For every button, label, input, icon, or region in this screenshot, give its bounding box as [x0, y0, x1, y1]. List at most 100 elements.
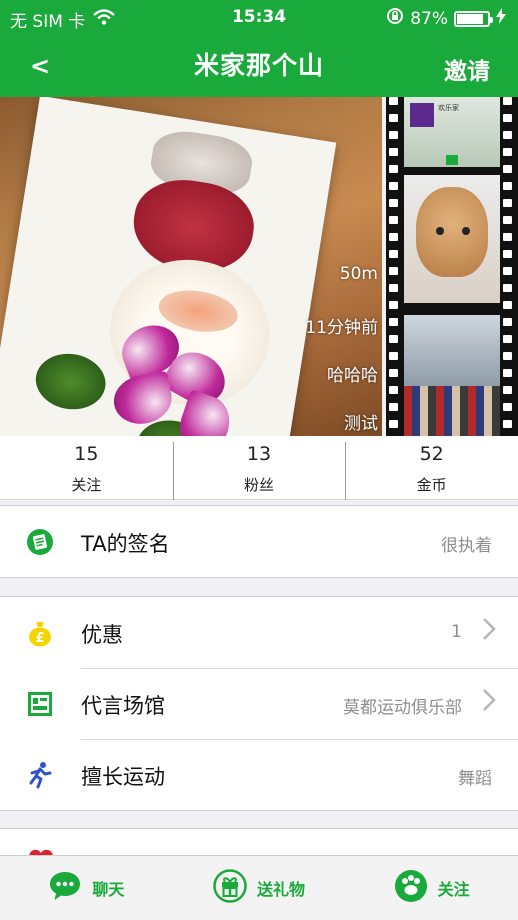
signature-label: TA的签名: [81, 532, 170, 556]
signature-row[interactable]: TA的签名 很执着: [0, 506, 518, 577]
film-hole: [389, 148, 398, 156]
film-hole: [389, 403, 398, 411]
film-hole: [389, 250, 398, 258]
film-hole: [503, 199, 512, 207]
chat-bubble-icon: [48, 869, 82, 907]
film-hole: [389, 301, 398, 309]
page-title: 米家那个山: [193, 51, 324, 80]
thumbnail-crowd[interactable]: [404, 315, 500, 436]
film-hole: [503, 233, 512, 241]
stat-value: 52: [419, 443, 444, 465]
chevron-right-icon: [482, 688, 496, 719]
sport-row[interactable]: 擅长运动 舞蹈: [0, 739, 518, 810]
signature-value: 很执着: [441, 536, 492, 556]
film-hole: [503, 284, 512, 292]
signature-group: TA的签名 很执着: [0, 505, 518, 578]
film-hole: [389, 318, 398, 326]
film-hole: [503, 148, 512, 156]
caption-text-2: 测试: [344, 414, 378, 434]
venue-icon: [26, 690, 54, 718]
follow-label: 关注: [437, 880, 470, 899]
film-hole: [503, 369, 512, 377]
film-hole: [503, 403, 512, 411]
invite-button[interactable]: 邀请: [444, 52, 490, 86]
chat-label: 聊天: [92, 880, 125, 899]
gift-icon: [213, 869, 247, 907]
film-hole: [503, 131, 512, 139]
film-hole: [389, 216, 398, 224]
bottom-toolbar: 聊天 送礼物 关注: [0, 855, 518, 920]
plate-image: [0, 97, 337, 436]
film-hole: [389, 165, 398, 173]
film-hole: [503, 352, 512, 360]
film-hole: [503, 267, 512, 275]
venue-row[interactable]: 代言场馆 莫都运动俱乐部: [0, 668, 518, 739]
signature-icon: [26, 528, 54, 556]
film-hole: [389, 420, 398, 428]
stats-bar: 15 关注 13 粉丝 52 金币: [0, 436, 518, 500]
stat-value: 15: [74, 443, 99, 465]
stat-following[interactable]: 15 关注: [0, 436, 173, 499]
paw-icon: [394, 869, 428, 907]
coupon-row[interactable]: £ 优惠 1: [0, 597, 518, 668]
money-bag-icon: £: [26, 619, 54, 647]
caption-text: 哈哈哈: [327, 366, 378, 386]
film-hole: [503, 250, 512, 258]
film-hole: [389, 114, 398, 122]
send-gift-button[interactable]: 送礼物: [173, 856, 346, 920]
film-hole: [503, 114, 512, 122]
charging-icon: [496, 8, 506, 29]
chat-button[interactable]: 聊天: [0, 856, 173, 920]
film-hole: [389, 386, 398, 394]
thumbnail-screenshot[interactable]: 欢乐家: [404, 97, 500, 167]
chevron-right-icon: [482, 617, 496, 648]
stat-fans[interactable]: 13 粉丝: [172, 436, 346, 500]
battery-percent: 87%: [410, 8, 448, 29]
time-ago-text: 11分钟前: [305, 318, 378, 338]
coupon-label: 优惠: [81, 623, 123, 647]
film-hole: [503, 165, 512, 173]
venue-label: 代言场馆: [81, 694, 165, 718]
film-hole: [389, 131, 398, 139]
stat-label: 金币: [416, 476, 447, 494]
film-hole: [503, 97, 512, 105]
film-hole: [389, 335, 398, 343]
film-hole: [389, 97, 398, 105]
rotation-lock-icon: [386, 7, 404, 30]
film-hole: [389, 267, 398, 275]
film-hole: [503, 216, 512, 224]
gift-label: 送礼物: [257, 880, 306, 899]
photo-film-strip[interactable]: 欢乐家: [386, 97, 518, 436]
film-hole: [503, 301, 512, 309]
header: 无 SIM 卡 15:34 87% < 米家那个山 邀请: [0, 0, 518, 97]
film-hole: [503, 386, 512, 394]
venue-value: 莫都运动俱乐部: [343, 698, 462, 718]
film-holes-right: [503, 97, 515, 436]
film-holes-left: [389, 97, 401, 436]
main-photo[interactable]: 50m 11分钟前 哈哈哈 测试: [0, 97, 382, 436]
sport-label: 擅长运动: [81, 765, 165, 789]
film-hole: [503, 335, 512, 343]
film-hole: [389, 369, 398, 377]
stat-coins[interactable]: 52 金币: [345, 436, 518, 500]
distance-text: 50m: [339, 264, 378, 284]
film-hole: [503, 182, 512, 190]
film-hole: [389, 182, 398, 190]
film-hole: [503, 420, 512, 428]
stat-label: 粉丝: [244, 476, 275, 494]
stat-value: 13: [246, 443, 272, 465]
details-group: £ 优惠 1 代言场馆 莫都运动俱乐部 擅长运动 舞蹈: [0, 596, 518, 811]
film-hole: [389, 352, 398, 360]
coupon-count: 1: [451, 622, 462, 642]
follow-button[interactable]: 关注: [345, 856, 518, 920]
battery-icon: [454, 10, 493, 27]
svg-text:£: £: [35, 631, 44, 646]
film-hole: [389, 199, 398, 207]
film-hole: [389, 284, 398, 292]
status-bar: 无 SIM 卡 15:34 87%: [0, 0, 518, 34]
thumbnail-dog[interactable]: [404, 175, 500, 303]
runner-icon: [26, 761, 54, 789]
stat-label: 关注: [71, 476, 102, 494]
sport-value: 舞蹈: [458, 769, 492, 789]
film-hole: [503, 318, 512, 326]
